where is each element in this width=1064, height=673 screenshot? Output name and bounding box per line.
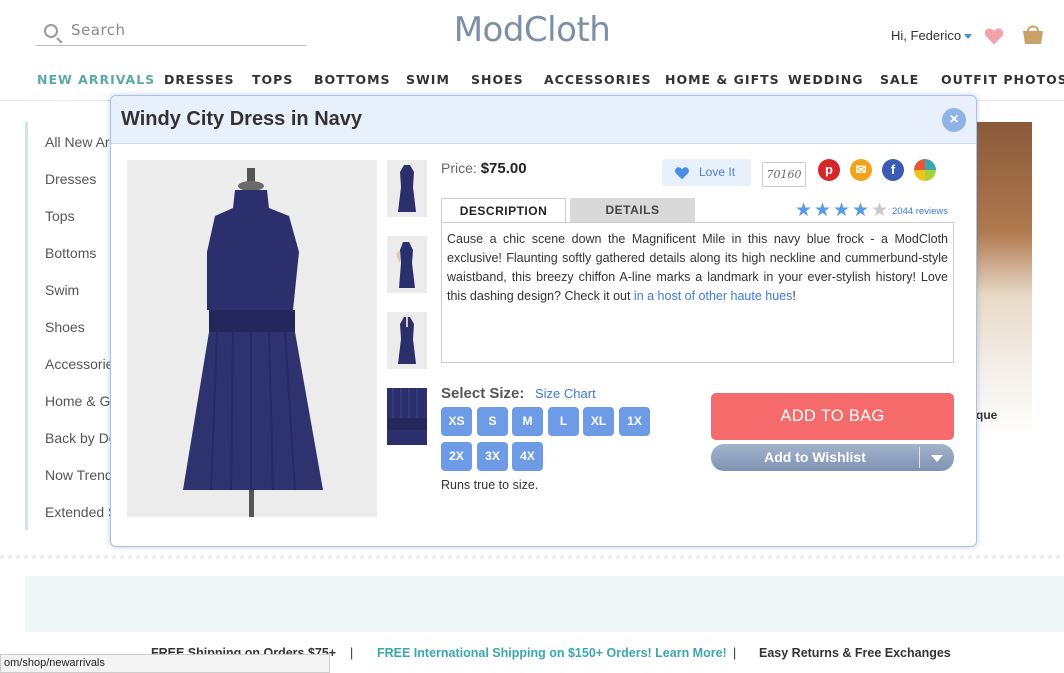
- sidebar-item-accessories[interactable]: Accessories: [45, 356, 115, 372]
- love-it-label: Love It: [699, 165, 736, 179]
- sidebar-item-shoes[interactable]: Shoes: [45, 319, 115, 335]
- background-card-label: que: [976, 408, 998, 422]
- nav-shoes[interactable]: SHOES: [471, 72, 524, 87]
- account-menu[interactable]: Hi, Federico: [891, 28, 973, 43]
- nav-dresses[interactable]: DRESSES: [164, 72, 235, 87]
- sidebar-item-back-by-demand[interactable]: Back by Demand: [45, 430, 115, 446]
- pinterest-icon[interactable]: p: [818, 159, 840, 181]
- love-count: 70160: [762, 162, 806, 187]
- add-to-bag-button[interactable]: ADD TO BAG: [711, 393, 954, 440]
- dress-illustration: [127, 160, 377, 517]
- price: Price: $75.00: [441, 160, 527, 177]
- star-icon: ★: [833, 200, 851, 221]
- email-icon[interactable]: ✉: [850, 159, 872, 181]
- quick-view-modal: Windy City Dress in Navy × Price: $75.00…: [110, 95, 977, 547]
- sidebar-item-extended-sizes[interactable]: Extended Sizes: [45, 504, 115, 520]
- love-it-button[interactable]: Love It: [662, 159, 751, 186]
- review-count-link[interactable]: 2044 reviews: [892, 206, 948, 217]
- fit-note: Runs true to size.: [441, 478, 539, 492]
- product-title: Windy City Dress in Navy: [121, 108, 363, 130]
- star-icon: ★: [814, 200, 832, 221]
- thumbnail-front[interactable]: [387, 160, 427, 217]
- size-xl-button[interactable]: XL: [583, 407, 614, 436]
- tab-details[interactable]: DETAILS: [570, 198, 695, 222]
- sidebar-item-tops[interactable]: Tops: [45, 208, 115, 224]
- size-s-button[interactable]: S: [477, 407, 508, 436]
- shopping-bag-icon[interactable]: [1021, 22, 1045, 46]
- close-icon[interactable]: ×: [942, 108, 966, 132]
- size-4x-button[interactable]: 4X: [512, 442, 543, 471]
- category-sidebar: All New Arrivals Dresses Tops Bottoms Sw…: [25, 122, 120, 530]
- size-xs-button[interactable]: XS: [441, 407, 472, 436]
- size-m-button[interactable]: M: [512, 407, 543, 436]
- sidebar-item-now-trending[interactable]: Now Trending: [45, 467, 115, 483]
- nav-new-arrivals[interactable]: NEW ARRIVALS: [37, 72, 155, 87]
- heart-icon[interactable]: [984, 26, 1004, 46]
- price-value: $75.00: [480, 160, 527, 177]
- main-nav: NEW ARRIVALS DRESSES TOPS BOTTOMS SWIM S…: [0, 72, 1064, 92]
- size-1x-button[interactable]: 1X: [619, 407, 650, 436]
- tab-description[interactable]: DESCRIPTION: [441, 198, 566, 222]
- facebook-icon[interactable]: f: [882, 159, 904, 181]
- sidebar-item-bottoms[interactable]: Bottoms: [45, 245, 115, 261]
- separator: |: [350, 646, 354, 660]
- polyvore-icon[interactable]: [914, 159, 936, 181]
- international-shipping-link[interactable]: FREE International Shipping on $150+ Ord…: [377, 646, 727, 660]
- other-hues-link[interactable]: in a host of other haute hues: [634, 289, 792, 303]
- sidebar-item-all-new[interactable]: All New Arrivals: [45, 134, 115, 150]
- thumbnail-detail[interactable]: [387, 388, 427, 445]
- size-l-button[interactable]: L: [548, 407, 579, 436]
- product-main-image[interactable]: [127, 160, 377, 517]
- size-chart-link[interactable]: Size Chart: [535, 386, 596, 401]
- modal-header: Windy City Dress in Navy ×: [111, 96, 976, 144]
- nav-swim[interactable]: SWIM: [406, 72, 450, 87]
- divider: [919, 447, 920, 468]
- star-icon: ★: [795, 200, 813, 221]
- section-divider: [0, 555, 1064, 559]
- rating-stars[interactable]: ★ ★ ★ ★ ★ 2044 reviews: [795, 200, 955, 221]
- nav-outfit-photos[interactable]: OUTFIT PHOTOS: [941, 72, 1064, 87]
- add-to-wishlist-button[interactable]: Add to Wishlist: [711, 444, 954, 471]
- returns-text: Easy Returns & Free Exchanges: [759, 646, 951, 660]
- nav-bottoms[interactable]: BOTTOMS: [314, 72, 391, 87]
- nav-sale[interactable]: SALE: [880, 72, 919, 87]
- star-icon: ★: [852, 200, 870, 221]
- nav-home-gifts[interactable]: HOME & GIFTS: [665, 72, 780, 87]
- price-label: Price:: [441, 160, 477, 176]
- chevron-down-icon[interactable]: [931, 455, 943, 462]
- nav-tops[interactable]: TOPS: [252, 72, 293, 87]
- background-product-image[interactable]: que: [976, 122, 1032, 438]
- thumbnail-back[interactable]: [387, 312, 427, 369]
- sidebar-item-swim[interactable]: Swim: [45, 282, 115, 298]
- size-3x-button[interactable]: 3X: [477, 442, 508, 471]
- promo-banner: [25, 576, 1064, 632]
- size-2x-button[interactable]: 2X: [441, 442, 472, 471]
- heart-icon: [675, 167, 689, 180]
- nav-accessories[interactable]: ACCESSORIES: [544, 72, 651, 87]
- star-empty-icon: ★: [871, 200, 889, 221]
- description-end: !: [792, 289, 796, 303]
- status-url: om/shop/newarrivals: [0, 654, 330, 673]
- chevron-down-icon: [964, 34, 973, 40]
- description-panel: Cause a chic scene down the Magnificent …: [441, 222, 954, 363]
- sidebar-item-home-gifts[interactable]: Home & Gifts: [45, 393, 115, 409]
- nav-wedding[interactable]: WEDDING: [788, 72, 863, 87]
- sidebar-item-dresses[interactable]: Dresses: [45, 171, 115, 187]
- select-size-label: Select Size:: [441, 385, 525, 402]
- thumbnail-side[interactable]: [387, 236, 427, 293]
- wishlist-label: Add to Wishlist: [764, 449, 866, 465]
- separator: |: [733, 646, 737, 660]
- greeting: Hi, Federico: [891, 28, 962, 43]
